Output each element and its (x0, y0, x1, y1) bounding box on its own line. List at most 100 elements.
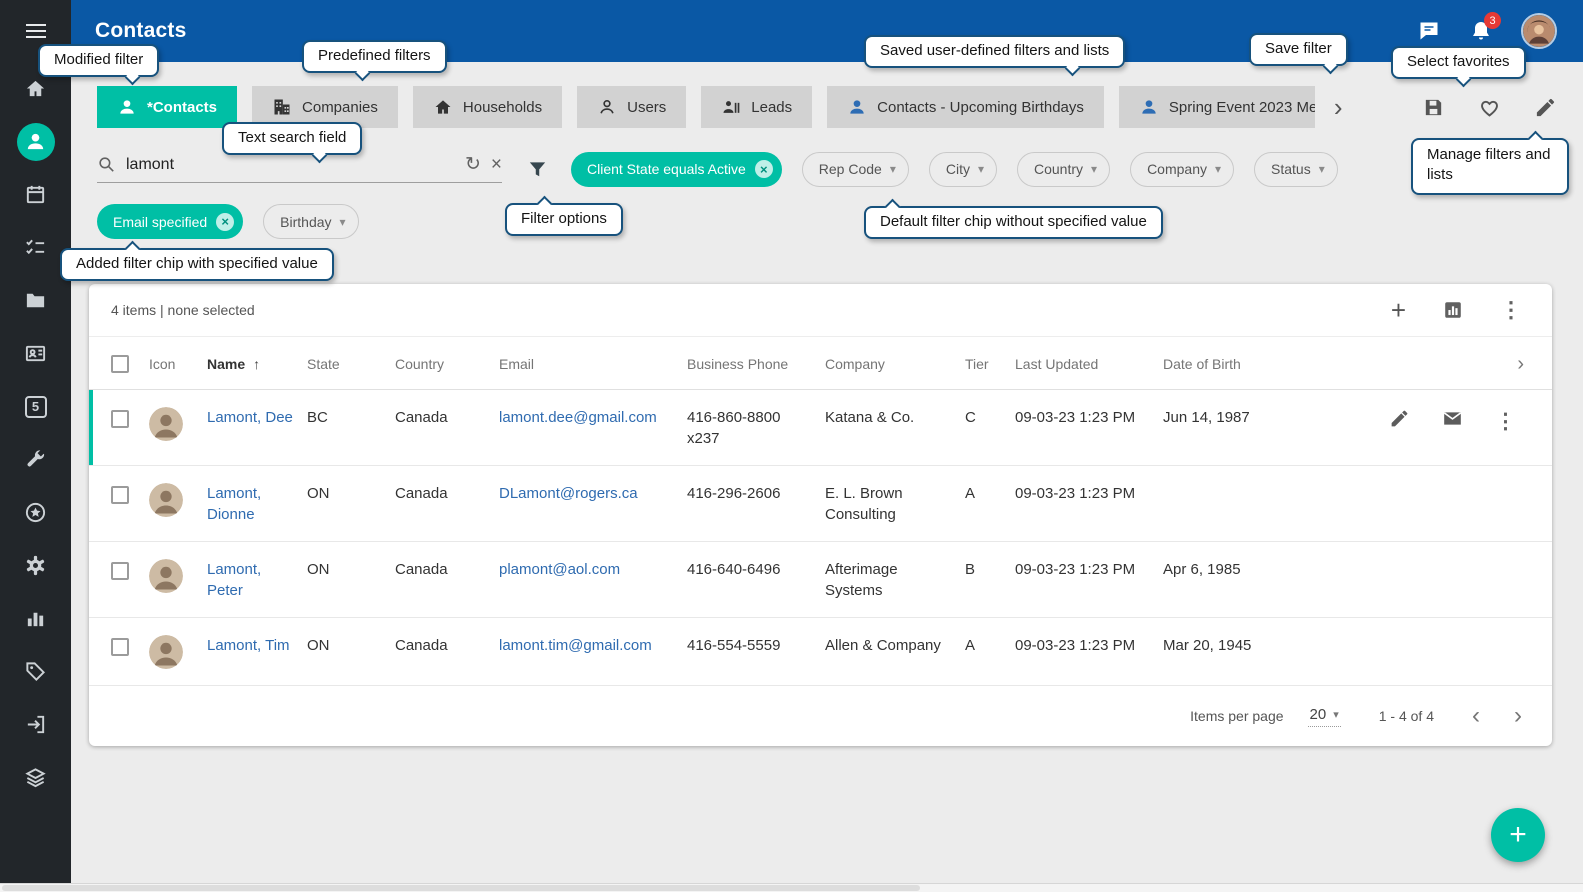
items-per-page-select[interactable]: 20 ▾ (1308, 706, 1341, 727)
refresh-icon[interactable]: ↻ (465, 155, 481, 174)
send-email-envelope-icon[interactable] (1442, 408, 1463, 435)
favorites-heart-icon[interactable] (1478, 96, 1501, 119)
row-checkbox[interactable] (111, 638, 129, 656)
contact-email-link[interactable]: plamont@aol.com (499, 561, 620, 578)
contact-name-link[interactable]: Lamont, Dionne (207, 485, 261, 523)
filter-chip-country[interactable]: Country ▾ (1017, 152, 1110, 187)
table-row[interactable]: Lamont, Peter ON Canada plamont@aol.com … (89, 542, 1552, 618)
filter-chip-company[interactable]: Company ▾ (1130, 152, 1234, 187)
tab-households[interactable]: Households (413, 86, 562, 128)
column-header-phone[interactable]: Business Phone (687, 337, 825, 390)
add-contact-fab[interactable]: + (1491, 808, 1545, 862)
column-header-dob[interactable]: Date of Birth (1163, 337, 1291, 390)
chat-icon[interactable] (1417, 19, 1441, 43)
remove-chip-icon[interactable]: × (755, 160, 773, 178)
table-row[interactable]: Lamont, Dee BC Canada lamont.dee@gmail.c… (89, 390, 1552, 466)
row-checkbox[interactable] (111, 486, 129, 504)
search-input[interactable] (126, 156, 455, 174)
tab-contacts[interactable]: *Contacts (97, 86, 237, 128)
column-header-email[interactable]: Email (499, 337, 687, 390)
table-menu-kebab-icon[interactable]: ⋮ (1500, 297, 1522, 323)
sidebar-item-contacts[interactable] (0, 115, 71, 168)
table-row[interactable]: Lamont, Dionne ON Canada DLamont@rogers.… (89, 466, 1552, 542)
cell-state: ON (307, 542, 395, 618)
sidebar-item-documents[interactable] (0, 274, 71, 327)
top-bar: Contacts 3 (71, 0, 1583, 62)
sidebar-item-sign-in[interactable] (0, 698, 71, 751)
selection-summary: 4 items | none selected (111, 302, 255, 318)
row-menu-kebab-icon[interactable]: ⋮ (1495, 407, 1516, 436)
tab-leads[interactable]: Leads (701, 86, 812, 128)
tabs-overflow-chevron-icon[interactable]: › (1330, 94, 1347, 120)
column-header-country[interactable]: Country (395, 337, 499, 390)
row-checkbox[interactable] (111, 562, 129, 580)
manage-filters-pencil-icon[interactable] (1534, 96, 1557, 119)
gear-icon (24, 554, 47, 577)
contact-name-link[interactable]: Lamont, Peter (207, 561, 261, 599)
column-header-last-updated[interactable]: Last Updated (1015, 337, 1163, 390)
insert-chart-icon[interactable] (1442, 299, 1464, 321)
callout-select-favorites: Select favorites (1391, 46, 1526, 79)
person-icon (24, 130, 47, 153)
chevron-down-icon: ▾ (1215, 162, 1221, 176)
sign-in-icon (24, 713, 47, 736)
column-header-state[interactable]: State (307, 337, 395, 390)
callout-saved-filters: Saved user-defined filters and lists (864, 35, 1125, 68)
sidebar-item-layers[interactable] (0, 751, 71, 804)
tab-saved-upcoming-birthdays[interactable]: Contacts - Upcoming Birthdays (827, 86, 1104, 128)
cell-phone: 416-554-5559 (687, 618, 825, 686)
filter-chip-email-specified[interactable]: Email specified × (97, 204, 243, 239)
sidebar-item-reports[interactable] (0, 592, 71, 645)
contact-email-link[interactable]: DLamont@rogers.ca (499, 485, 638, 502)
sidebar-item-settings[interactable] (0, 539, 71, 592)
callout-filter-options: Filter options (505, 203, 623, 236)
search-icon (97, 155, 116, 174)
edit-pencil-icon[interactable] (1389, 408, 1410, 435)
add-column-plus-icon[interactable]: + (1391, 297, 1406, 323)
table-header: Icon Name↑ State Country Email Business … (89, 337, 1552, 390)
chip-label: Company (1147, 161, 1207, 177)
chevron-down-icon: ▾ (1091, 162, 1097, 176)
filter-chip-birthday[interactable]: Birthday ▾ (263, 204, 358, 239)
table-row[interactable]: Lamont, Tim ON Canada lamont.tim@gmail.c… (89, 618, 1552, 686)
cell-country: Canada (395, 466, 499, 542)
save-filter-icon[interactable] (1422, 96, 1445, 119)
filter-chip-city[interactable]: City ▾ (929, 152, 997, 187)
notifications-bell-icon[interactable]: 3 (1469, 19, 1493, 43)
remove-chip-icon[interactable]: × (216, 213, 234, 231)
sidebar: 5 (0, 0, 71, 883)
page-title: Contacts (95, 19, 186, 43)
filter-chip-status[interactable]: Status ▾ (1254, 152, 1338, 187)
user-avatar[interactable] (1521, 13, 1557, 49)
sidebar-item-contact-cards[interactable] (0, 327, 71, 380)
column-header-company[interactable]: Company (825, 337, 965, 390)
horizontal-scrollbar[interactable] (0, 883, 1583, 892)
filter-chip-client-state[interactable]: Client State equals Active × (571, 152, 782, 187)
next-page-icon[interactable]: › (1514, 704, 1522, 728)
contact-email-link[interactable]: lamont.tim@gmail.com (499, 637, 652, 654)
select-all-checkbox[interactable] (111, 355, 129, 373)
sidebar-item-tags[interactable] (0, 645, 71, 698)
contact-email-link[interactable]: lamont.dee@gmail.com (499, 409, 657, 426)
tab-users[interactable]: Users (577, 86, 686, 128)
clear-search-icon[interactable]: × (491, 155, 502, 174)
page-range: 1 - 4 of 4 (1379, 708, 1434, 724)
column-header-name[interactable]: Name↑ (207, 337, 307, 390)
sidebar-item-tools[interactable] (0, 433, 71, 486)
contact-name-link[interactable]: Lamont, Tim (207, 637, 290, 654)
sidebar-item-calendar[interactable] (0, 168, 71, 221)
previous-page-icon[interactable]: ‹ (1472, 704, 1480, 728)
filter-chip-rep-code[interactable]: Rep Code ▾ (802, 152, 909, 187)
sidebar-item-favorites[interactable] (0, 486, 71, 539)
row-checkbox[interactable] (111, 410, 129, 428)
chip-label: City (946, 161, 970, 177)
more-columns-chevron-icon[interactable]: › (1291, 337, 1552, 390)
scrollbar-thumb[interactable] (2, 885, 920, 891)
contact-name-link[interactable]: Lamont, Dee (207, 409, 293, 426)
cell-country: Canada (395, 542, 499, 618)
row-actions: ⋮ (1291, 407, 1540, 436)
filter-funnel-icon[interactable] (526, 158, 549, 181)
column-header-tier[interactable]: Tier (965, 337, 1015, 390)
sidebar-item-notes[interactable]: 5 (0, 380, 71, 433)
tab-saved-spring-event[interactable]: Spring Event 2023 Me (1119, 86, 1315, 128)
